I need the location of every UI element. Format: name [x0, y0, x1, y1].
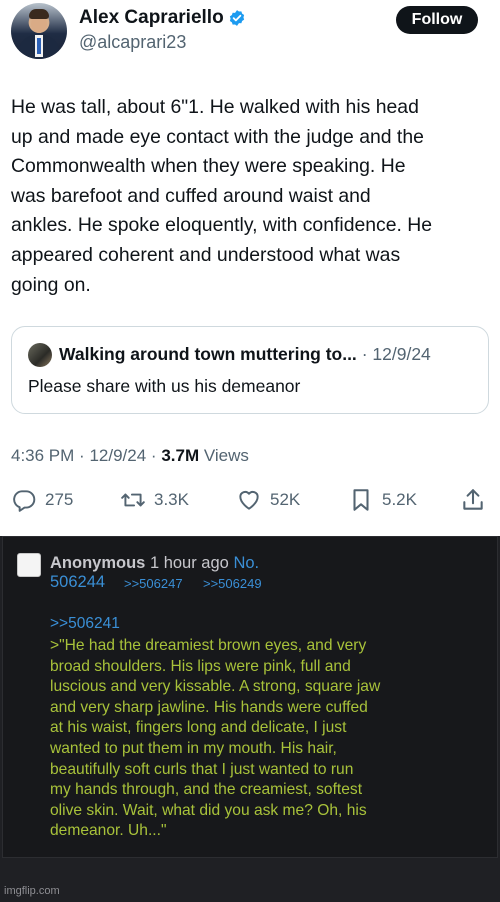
imgflip-watermark: imgflip.com — [4, 885, 60, 897]
tweet-actions-bar: 275 3.3K 52K 5.2K — [0, 484, 500, 516]
like-count: 52K — [270, 490, 301, 509]
meta-separator: · — [79, 446, 85, 465]
reply-button[interactable]: 275 — [11, 484, 73, 516]
forum-post-panel: Anonymous 1 hour ago No. 506244 >>506247… — [0, 536, 500, 902]
tweet-time[interactable]: 4:36 PM — [11, 446, 74, 465]
tweet-text-line: appeared coherent and understood what wa… — [11, 243, 401, 266]
repost-icon — [121, 493, 145, 507]
greentext-line: beautifully soft curls that I just wante… — [50, 760, 354, 778]
repost-button[interactable]: 3.3K — [120, 484, 189, 516]
post-number-label[interactable]: No. — [233, 554, 259, 572]
greentext-line: my hands through, and the creamiest, sof… — [50, 781, 363, 799]
greentext-line: and very sharp jawline. His hands were c… — [50, 698, 368, 716]
author-display-name[interactable]: Alex Caprariello — [79, 7, 224, 29]
author-avatar[interactable] — [11, 3, 67, 59]
views-count: 3.7M — [161, 446, 200, 465]
bookmark-button[interactable]: 5.2K — [348, 484, 417, 516]
bookmark-icon — [353, 489, 369, 511]
verified-badge-icon — [228, 9, 246, 27]
greentext-line: luscious and very kissable. A strong, sq… — [50, 678, 381, 696]
post-select-checkbox[interactable] — [17, 553, 41, 577]
greentext-line: wanted to put them in my mouth. His hair… — [50, 739, 337, 757]
poster-name: Anonymous — [50, 554, 146, 572]
tweet-text-line: up and made eye contact with the judge a… — [11, 125, 424, 148]
reply-icon — [13, 490, 36, 512]
tweet-text-line: was barefoot and cuffed around waist and — [11, 184, 371, 207]
greentext-line: broad shoulders. His lips were pink, ful… — [50, 657, 351, 675]
quoted-tweet-header: Walking around town muttering to... · 12… — [59, 344, 431, 365]
quoted-date: 12/9/24 — [372, 344, 431, 364]
tweet-date[interactable]: 12/9/24 — [89, 446, 146, 465]
tweet-text: He was tall, about 6"1. He walked with h… — [11, 93, 493, 300]
greentext-line: olive skin. Wait, what did you ask me? O… — [50, 801, 367, 819]
like-button[interactable]: 52K — [236, 484, 300, 516]
post-number[interactable]: 506244 — [50, 573, 105, 592]
quoted-separator: · — [361, 344, 368, 364]
forum-post: Anonymous 1 hour ago No. 506244 >>506247… — [2, 536, 498, 858]
quoted-tweet-text: Please share with us his demeanor — [28, 376, 301, 396]
author-handle[interactable]: @alcaprari23 — [79, 32, 186, 53]
views-label: Views — [203, 446, 249, 465]
author-name-row: Alex Caprariello — [79, 7, 246, 29]
reply-count: 275 — [45, 490, 74, 509]
share-icon — [463, 489, 483, 510]
quoted-post-link[interactable]: >>506241 — [50, 615, 120, 633]
heart-icon — [239, 490, 259, 510]
follow-button[interactable]: Follow — [396, 6, 478, 34]
repost-count: 3.3K — [154, 490, 189, 509]
greentext-line: at his waist, fingers long and delicate,… — [50, 719, 347, 737]
tweet-text-line: Commonwealth when they were speaking. He — [11, 155, 406, 178]
quoted-author-name: Walking around town muttering to... — [59, 344, 357, 364]
tweet-card: Alex Caprariello @alcaprari23 Follow He … — [0, 0, 500, 538]
backlink[interactable]: >>506247 — [124, 576, 183, 591]
quoted-author-avatar — [28, 343, 52, 367]
tweet-text-line: He was tall, about 6"1. He walked with h… — [11, 96, 419, 118]
meta-separator: · — [150, 446, 157, 465]
tweet-meta: 4:36 PM · 12/9/24 · 3.7M Views — [11, 446, 249, 466]
bookmark-count: 5.2K — [382, 490, 417, 509]
post-time: 1 hour ago — [149, 554, 229, 572]
backlink[interactable]: >>506249 — [203, 576, 262, 591]
tweet-text-line: ankles. He spoke eloquently, with confid… — [11, 214, 433, 237]
post-header: Anonymous 1 hour ago No. — [50, 553, 480, 573]
greentext-line: demeanor. Uh..." — [50, 822, 167, 840]
greentext-line: >"He had the dreamiest brown eyes, and v… — [50, 637, 367, 654]
post-body-greentext: >"He had the dreamiest brown eyes, and v… — [50, 636, 488, 842]
share-button[interactable] — [460, 484, 486, 516]
quoted-tweet[interactable]: Walking around town muttering to... · 12… — [11, 326, 489, 414]
tweet-text-line: going on. — [11, 273, 91, 296]
